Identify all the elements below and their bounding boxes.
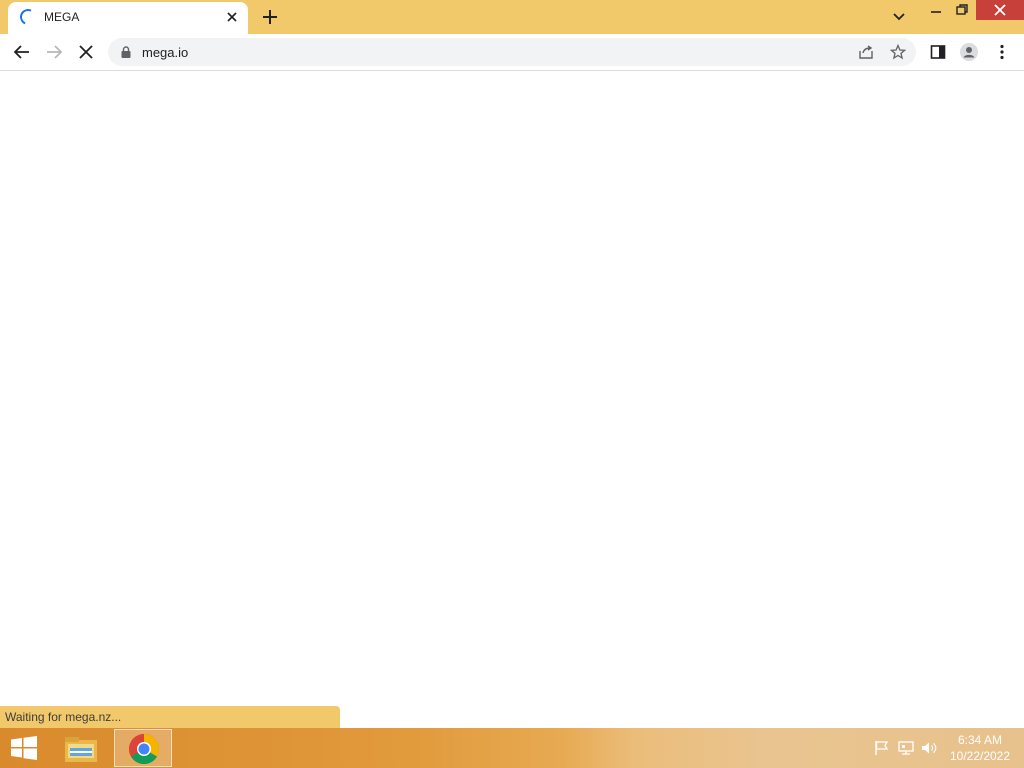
- lock-icon[interactable]: [120, 45, 132, 59]
- omnibox[interactable]: mega.io: [108, 38, 916, 66]
- tab-close-icon[interactable]: [224, 9, 240, 25]
- file-explorer-icon[interactable]: [62, 732, 100, 766]
- stop-loading-button[interactable]: [76, 42, 96, 62]
- menu-kebab-icon[interactable]: [992, 42, 1012, 62]
- action-center-flag-icon[interactable]: [873, 740, 891, 756]
- share-icon[interactable]: [858, 44, 874, 60]
- tab-strip: MEGA: [0, 0, 1024, 34]
- profile-avatar-button[interactable]: [959, 42, 979, 62]
- minimize-button[interactable]: [928, 4, 944, 18]
- network-icon[interactable]: [897, 740, 915, 756]
- browser-toolbar: mega.io: [0, 34, 1024, 71]
- new-tab-button[interactable]: [260, 7, 280, 27]
- clock-date: 10/22/2022: [949, 749, 1011, 763]
- bookmark-star-icon[interactable]: [890, 44, 906, 60]
- window-close-button[interactable]: [976, 0, 1024, 20]
- chrome-taskbar-button[interactable]: [114, 729, 172, 767]
- forward-button[interactable]: [44, 42, 64, 62]
- back-button[interactable]: [12, 42, 32, 62]
- url-text[interactable]: mega.io: [142, 45, 188, 60]
- close-icon: [994, 4, 1006, 16]
- tab-title: MEGA: [44, 10, 80, 24]
- tab-search-chevron-down-icon[interactable]: [890, 9, 908, 25]
- side-panel-button[interactable]: [928, 42, 948, 62]
- status-bubble: Waiting for mega.nz...: [0, 706, 340, 728]
- taskbar-clock[interactable]: 6:34 AM 10/22/2022: [940, 732, 1020, 764]
- loading-spinner-icon: [17, 6, 39, 28]
- clock-time: 6:34 AM: [957, 733, 1003, 747]
- windows-start-button[interactable]: [10, 736, 38, 760]
- chrome-icon: [128, 734, 160, 765]
- tab-mega[interactable]: MEGA: [8, 2, 248, 34]
- volume-icon[interactable]: [920, 740, 938, 756]
- taskbar: 6:34 AM 10/22/2022: [0, 728, 1024, 768]
- page-content: [0, 71, 1024, 728]
- restore-button[interactable]: [954, 3, 970, 17]
